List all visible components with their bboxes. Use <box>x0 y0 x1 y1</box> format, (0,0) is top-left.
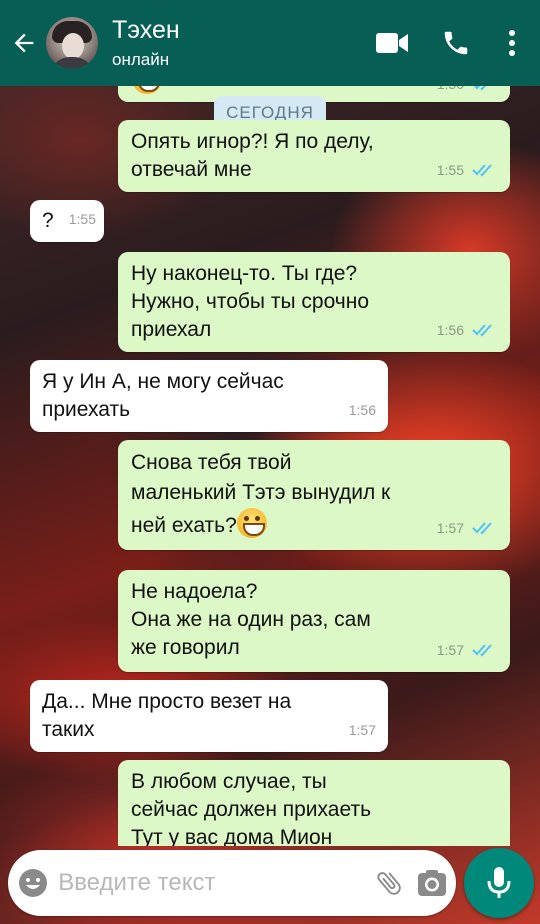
chat-header: Тэхен онлайн <box>0 0 540 86</box>
message-text: В любом случае, ты сейчас должен прихает… <box>131 770 372 846</box>
read-ticks-icon <box>473 86 487 91</box>
message-time: 1:56 <box>348 402 376 418</box>
emoji-button[interactable] <box>8 850 58 916</box>
contact-name: Тэхен <box>112 16 180 44</box>
back-arrow-icon <box>14 33 34 53</box>
message-bubble-outgoing[interactable]: Снова тебя твой маленький Тэтэ вынудил к… <box>118 440 510 550</box>
voice-record-button[interactable] <box>464 848 534 918</box>
attach-icon <box>377 872 401 895</box>
message-text: Да... Мне просто везет на таких <box>42 690 292 741</box>
message-bubble-incoming[interactable]: Я у Ин А, не могу сейчас приехать 1:56 <box>30 360 388 432</box>
back-button[interactable] <box>2 0 46 86</box>
video-call-button[interactable] <box>364 0 420 86</box>
contact-status: онлайн <box>112 50 170 69</box>
phone-icon <box>444 31 468 55</box>
message-bubble-outgoing[interactable]: Не надоела? Она же на один раз, сам же г… <box>118 570 510 672</box>
message-bubble-outgoing[interactable]: Ну наконец-то. Ты где? Нужно, чтобы ты с… <box>118 252 510 352</box>
read-ticks-icon <box>472 324 492 337</box>
read-ticks-icon <box>472 644 492 657</box>
more-options-button[interactable] <box>492 0 532 86</box>
attach-button[interactable] <box>368 850 409 916</box>
message-bubble-outgoing[interactable]: В любом случае, ты сейчас должен прихает… <box>118 760 510 846</box>
message-time: 1:50 <box>437 86 464 98</box>
mic-icon <box>487 867 511 898</box>
grinning-emoji <box>132 86 162 94</box>
message-time: 1:56 <box>436 322 464 338</box>
message-time: 1:57 <box>436 520 464 536</box>
more-vert-icon <box>509 30 515 56</box>
read-ticks-icon <box>472 164 492 177</box>
message-input[interactable] <box>58 869 369 897</box>
avatar[interactable] <box>46 17 98 69</box>
message-text: Ну наконец-то. Ты где? Нужно, чтобы ты с… <box>131 262 370 341</box>
message-time: 1:55 <box>68 211 96 227</box>
grinning-emoji <box>236 508 267 538</box>
contact-info[interactable]: Тэхен онлайн <box>112 15 364 71</box>
message-bubble-incoming[interactable]: Да... Мне просто везет на таких 1:57 <box>30 680 388 752</box>
emoji-icon <box>19 869 48 897</box>
message-text: Я у Ин А, не могу сейчас приехать <box>42 370 284 421</box>
message-time: 1:55 <box>436 162 464 178</box>
message-text: Не надоела? Она же на один раз, сам же г… <box>131 580 371 659</box>
message-list[interactable]: 1:50 СЕГОДНЯ Опять игнор?! Я по делу, от… <box>0 86 540 846</box>
read-ticks-icon <box>472 522 492 535</box>
camera-button[interactable] <box>409 850 456 916</box>
message-text-block: Снова тебя твой маленький Тэтэ вынудил к… <box>131 448 390 541</box>
composer <box>8 850 456 916</box>
message-bubble-outgoing[interactable]: Опять игнор?! Я по делу, отвечай мне 1:5… <box>118 120 510 192</box>
message-text: ? <box>42 209 54 232</box>
voice-call-button[interactable] <box>420 0 492 86</box>
message-text: Опять игнор?! Я по делу, отвечай мне <box>131 130 374 181</box>
video-call-icon <box>376 33 408 53</box>
message-time: 1:57 <box>348 722 376 738</box>
message-time: 1:57 <box>436 642 464 658</box>
camera-icon <box>418 870 447 896</box>
message-bubble-incoming[interactable]: ? 1:55 <box>30 200 104 242</box>
